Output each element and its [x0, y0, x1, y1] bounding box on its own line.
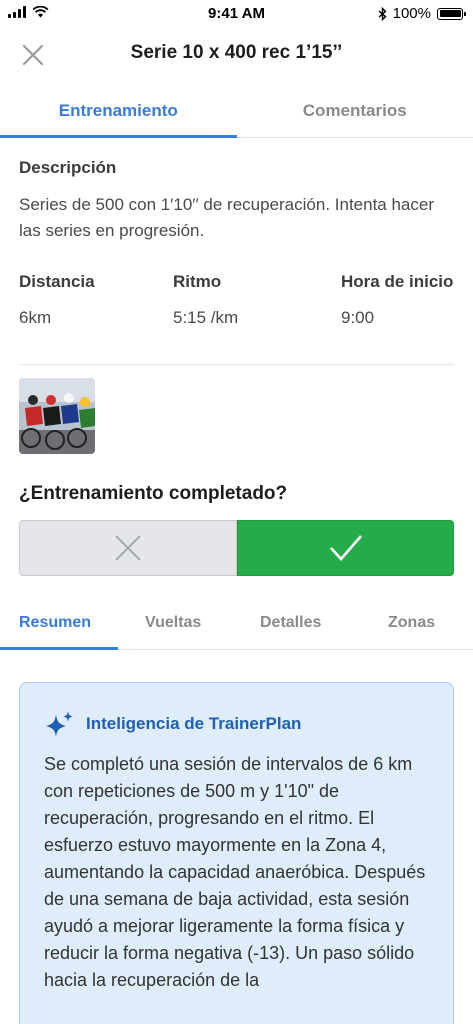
stat-value: 9:00: [341, 308, 375, 327]
x-icon: [115, 535, 141, 561]
stat-distance: Distancia 6km: [19, 272, 95, 328]
description-text: Series de 500 con 1′10′′ de recuperación…: [19, 195, 435, 240]
tab-detalles[interactable]: Detalles: [260, 614, 321, 632]
battery-icon: [437, 7, 466, 20]
workout-photo[interactable]: [19, 378, 95, 454]
description-title: Descripción: [19, 158, 117, 177]
tab-zonas[interactable]: Zonas: [388, 614, 435, 632]
stat-label: Ritmo: [173, 272, 222, 291]
sparkle-icon: [46, 711, 73, 737]
completed-button[interactable]: [237, 520, 454, 576]
stat-value: 6km: [19, 308, 52, 327]
ai-summary-title: Inteligencia de TrainerPlan: [86, 714, 302, 733]
top-tabs: Entrenamiento Comentarios: [0, 88, 473, 138]
status-bar: 9:41 AM 100%: [0, 0, 473, 28]
stat-value: 5:15 /km: [173, 308, 239, 327]
active-tab-indicator: [0, 647, 118, 650]
ai-summary-header: Inteligencia de TrainerPlan: [44, 710, 301, 738]
bluetooth-icon: [378, 6, 387, 21]
status-right: 100%: [378, 5, 466, 22]
stat-label: Distancia: [19, 272, 95, 291]
ai-summary-card: Inteligencia de TrainerPlan Se completó …: [19, 682, 454, 1024]
completion-question: ¿Entrenamiento completado?: [19, 483, 288, 504]
tab-comentarios[interactable]: Comentarios: [237, 88, 473, 137]
detail-tabs: Resumen Vueltas Detalles Zonas: [0, 598, 473, 650]
header: Serie 10 x 400 rec 1’15’’: [0, 30, 473, 76]
page-title: Serie 10 x 400 rec 1’15’’: [130, 42, 343, 63]
tab-vueltas[interactable]: Vueltas: [145, 614, 201, 632]
stat-label: Hora de inicio: [341, 272, 454, 291]
divider: [19, 364, 454, 365]
check-icon: [329, 535, 362, 561]
completion-toggle: [19, 520, 454, 576]
ai-summary-text: Se completó una sesión de intervalos de …: [44, 754, 426, 990]
stat-start-time: Hora de inicio 9:00: [341, 272, 453, 328]
tab-resumen[interactable]: Resumen: [19, 614, 91, 632]
battery-percent: 100%: [392, 5, 431, 22]
not-completed-button[interactable]: [19, 520, 237, 576]
stat-pace: Ritmo 5:15 /km: [173, 272, 238, 328]
tab-entrenamiento[interactable]: Entrenamiento: [0, 88, 237, 138]
